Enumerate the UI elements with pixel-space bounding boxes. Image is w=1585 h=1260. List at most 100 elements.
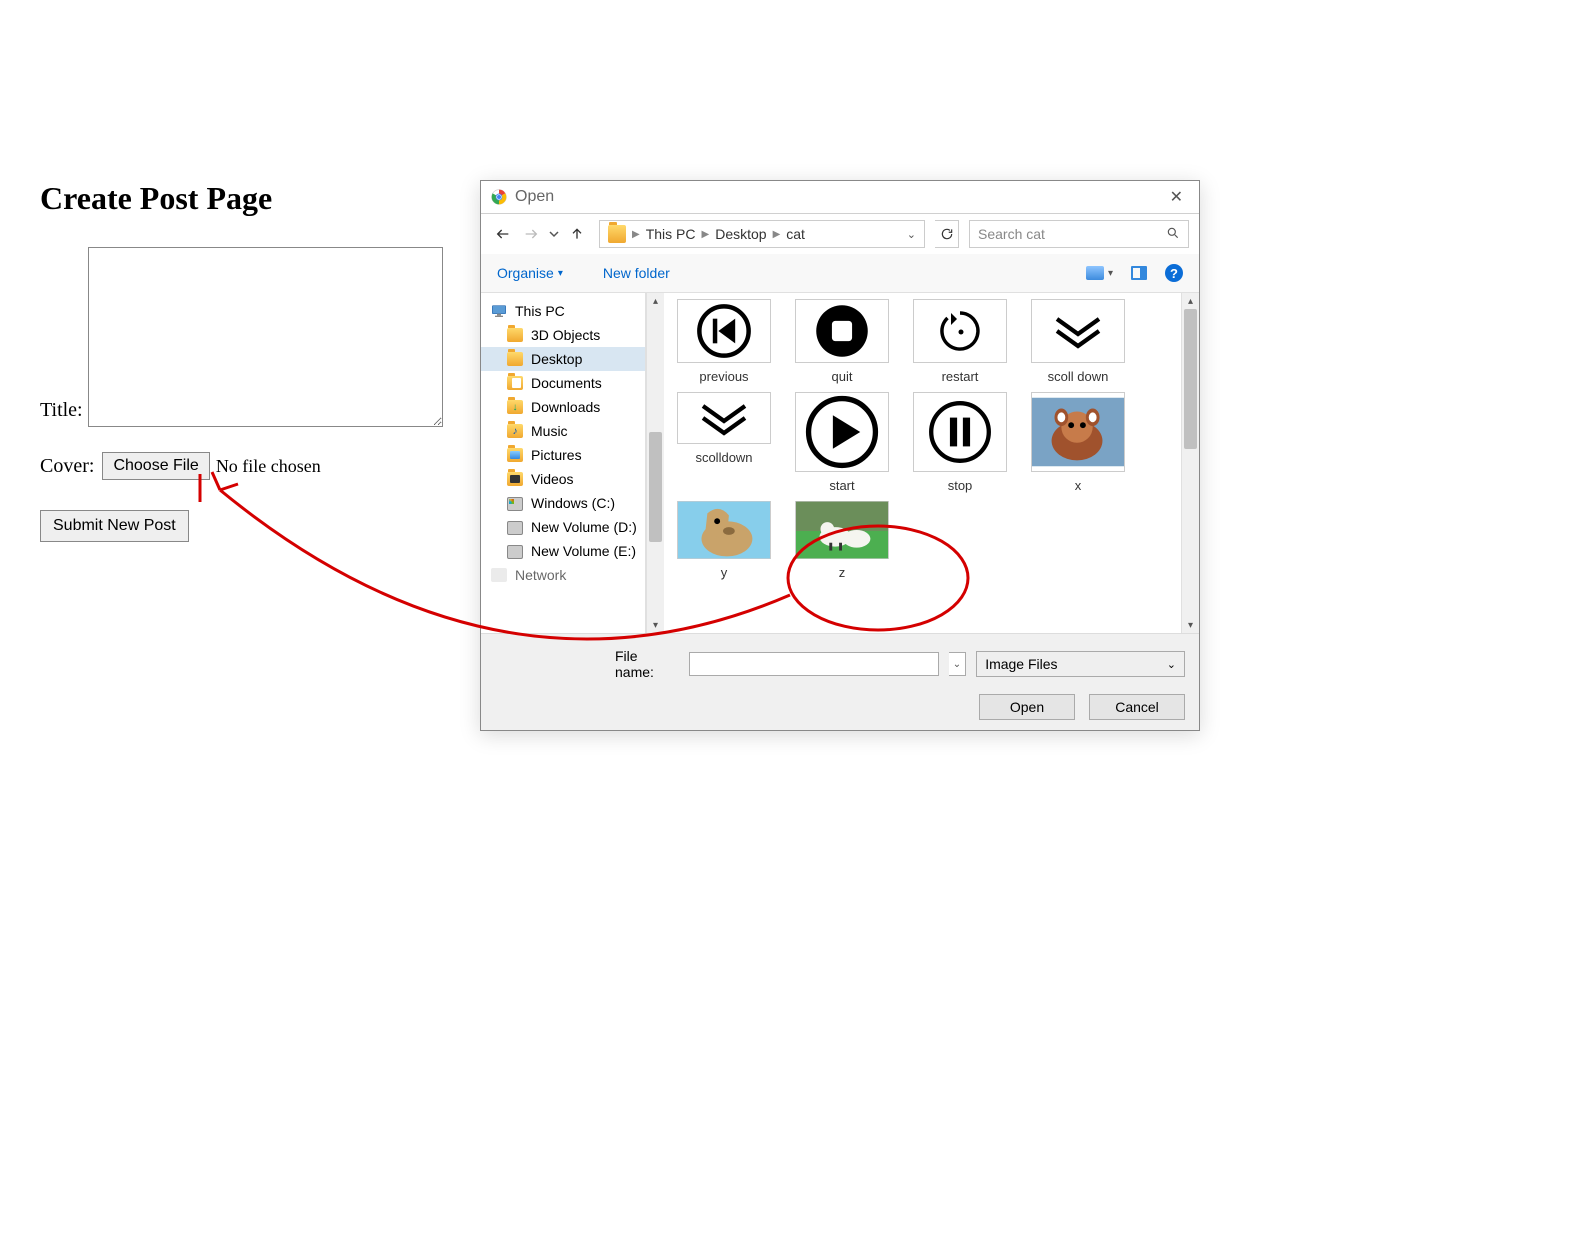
folder-icon xyxy=(608,225,626,243)
tree-scrollbar[interactable]: ▴ ▾ xyxy=(646,293,664,633)
scroll-track[interactable] xyxy=(1182,309,1199,617)
tree-label: Videos xyxy=(531,471,574,487)
refresh-button[interactable] xyxy=(935,220,959,248)
thumb-label: stop xyxy=(948,478,973,493)
chevron-down-icon: ▾ xyxy=(558,268,563,279)
breadcrumb-cat[interactable]: cat xyxy=(786,226,805,242)
scroll-up-icon[interactable]: ▴ xyxy=(1182,293,1199,309)
file-thumbnails: previous quit restart scoll down scolldo… xyxy=(664,293,1181,633)
scroll-down-icon[interactable]: ▾ xyxy=(1182,617,1199,633)
thumb-label: previous xyxy=(699,369,748,384)
cancel-button[interactable]: Cancel xyxy=(1089,694,1185,720)
dialog-close-button[interactable]: ✕ xyxy=(1164,187,1189,207)
dialog-body: This PC 3D Objects Desktop Documents Dow… xyxy=(481,293,1199,633)
choose-file-button[interactable]: Choose File xyxy=(102,452,209,480)
scroll-thumb[interactable] xyxy=(1184,309,1197,449)
tree-this-pc[interactable]: This PC xyxy=(481,299,645,323)
drive-icon xyxy=(507,497,523,511)
tree-pictures[interactable]: Pictures xyxy=(481,443,645,467)
scroll-up-icon[interactable]: ▴ xyxy=(647,293,664,309)
page-heading: Create Post Page xyxy=(40,180,490,217)
tree-desktop[interactable]: Desktop xyxy=(481,347,645,371)
tree-volume-e[interactable]: New Volume (E:) xyxy=(481,539,645,563)
pc-icon xyxy=(491,304,507,318)
cover-label: Cover: xyxy=(40,455,94,478)
tree-downloads[interactable]: Downloads xyxy=(481,395,645,419)
new-folder-button[interactable]: New folder xyxy=(603,265,670,281)
breadcrumb-this-pc[interactable]: This PC xyxy=(646,226,696,242)
filter-label: Image Files xyxy=(985,656,1057,672)
search-icon xyxy=(1166,226,1180,243)
dialog-titlebar: Open ✕ xyxy=(481,181,1199,214)
file-name-label: File name: xyxy=(615,648,679,680)
folder-icon xyxy=(507,352,523,366)
file-previous[interactable]: previous xyxy=(674,299,774,384)
thumb-label: scolldown xyxy=(695,450,752,465)
thumb-label: scoll down xyxy=(1048,369,1109,384)
breadcrumb-dropdown-icon[interactable]: ⌄ xyxy=(907,228,916,241)
tree-documents[interactable]: Documents xyxy=(481,371,645,395)
tree-windows-c[interactable]: Windows (C:) xyxy=(481,491,645,515)
chevron-right-icon: ▶ xyxy=(702,229,710,240)
preview-pane-icon[interactable] xyxy=(1131,266,1147,280)
thumb-label: x xyxy=(1075,478,1082,493)
nav-forward-button[interactable] xyxy=(519,222,543,246)
file-type-filter[interactable]: Image Files ⌄ xyxy=(976,651,1185,677)
tree-label: Network xyxy=(515,567,566,583)
file-name-input[interactable] xyxy=(689,652,939,676)
tree-network[interactable]: Network xyxy=(481,563,645,587)
tree-3d-objects[interactable]: 3D Objects xyxy=(481,323,645,347)
file-scolldown[interactable]: scolldown xyxy=(674,392,774,493)
folder-tree: This PC 3D Objects Desktop Documents Dow… xyxy=(481,293,646,633)
file-z[interactable]: z xyxy=(792,501,892,580)
tree-label: Music xyxy=(531,423,568,439)
thumb-label: start xyxy=(829,478,854,493)
search-input[interactable]: Search cat xyxy=(969,220,1189,248)
file-restart[interactable]: restart xyxy=(910,299,1010,384)
thumb-label: quit xyxy=(832,369,853,384)
folder-icon xyxy=(507,424,523,438)
file-x[interactable]: x xyxy=(1028,392,1128,493)
drive-icon xyxy=(507,545,523,559)
folder-icon xyxy=(507,472,523,486)
file-stop[interactable]: stop xyxy=(910,392,1010,493)
network-icon xyxy=(491,568,507,582)
file-quit[interactable]: quit xyxy=(792,299,892,384)
organise-label: Organise xyxy=(497,265,554,281)
breadcrumb-desktop[interactable]: Desktop xyxy=(715,226,766,242)
create-post-form: Create Post Page Title: Cover: Choose Fi… xyxy=(40,180,490,542)
nav-recent-dropdown[interactable] xyxy=(547,222,561,246)
chevron-down-icon[interactable]: ▾ xyxy=(1108,268,1113,279)
no-file-chosen-text: No file chosen xyxy=(216,456,321,477)
breadcrumb[interactable]: ▶ This PC ▶ Desktop ▶ cat ⌄ xyxy=(599,220,925,248)
folder-icon xyxy=(507,400,523,414)
open-button[interactable]: Open xyxy=(979,694,1075,720)
search-placeholder-text: Search cat xyxy=(978,226,1045,242)
nav-up-button[interactable] xyxy=(565,222,589,246)
file-y[interactable]: y xyxy=(674,501,774,580)
scroll-down-icon[interactable]: ▾ xyxy=(647,617,664,633)
file-start[interactable]: start xyxy=(792,392,892,493)
chevron-right-icon: ▶ xyxy=(632,229,640,240)
title-label: Title: xyxy=(40,399,83,427)
folder-icon xyxy=(507,376,523,390)
tree-label: Pictures xyxy=(531,447,582,463)
tree-videos[interactable]: Videos xyxy=(481,467,645,491)
file-scoll-down[interactable]: scoll down xyxy=(1028,299,1128,384)
scroll-thumb[interactable] xyxy=(649,432,662,542)
file-name-dropdown-icon[interactable]: ⌄ xyxy=(949,652,967,676)
help-icon[interactable]: ? xyxy=(1165,264,1183,282)
drive-icon xyxy=(507,521,523,535)
files-scrollbar[interactable]: ▴ ▾ xyxy=(1181,293,1199,633)
title-textarea[interactable] xyxy=(88,247,443,427)
tree-label: Documents xyxy=(531,375,602,391)
view-thumbnails-icon[interactable] xyxy=(1086,266,1104,280)
organise-menu[interactable]: Organise ▾ xyxy=(497,265,563,281)
scroll-track[interactable] xyxy=(647,309,664,617)
tree-volume-d[interactable]: New Volume (D:) xyxy=(481,515,645,539)
nav-back-button[interactable] xyxy=(491,222,515,246)
tree-label: Desktop xyxy=(531,351,582,367)
tree-music[interactable]: Music xyxy=(481,419,645,443)
submit-new-post-button[interactable]: Submit New Post xyxy=(40,510,189,542)
tree-label: New Volume (E:) xyxy=(531,543,636,559)
